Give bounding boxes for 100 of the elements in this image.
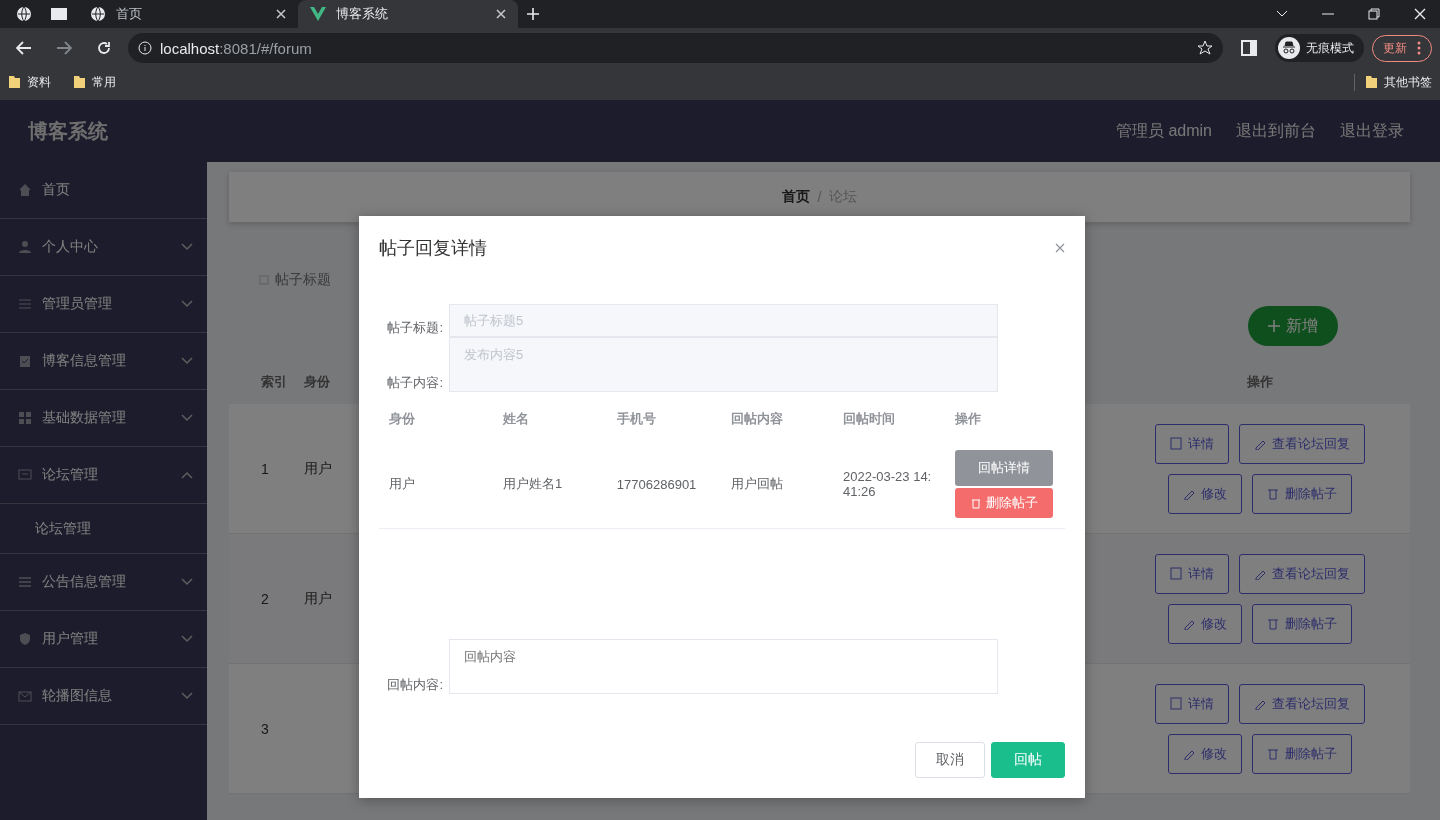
action-button[interactable]: 删除帖子 [1252, 603, 1352, 644]
chat-icon [18, 468, 32, 482]
person-icon [18, 240, 32, 254]
shield-icon [18, 632, 32, 646]
action-button[interactable]: 查看论坛回复 [1239, 683, 1365, 724]
action-button[interactable]: 详情 [1155, 553, 1229, 594]
table-cell: 1 [261, 460, 269, 477]
sidebar-item[interactable]: 轮播图信息 [0, 668, 207, 725]
action-button[interactable]: 删除帖子 [1252, 733, 1352, 774]
globe-icon[interactable] [16, 6, 32, 22]
sidebar-item[interactable]: 基础数据管理 [0, 390, 207, 447]
chevron-down-icon[interactable] [1276, 10, 1288, 18]
window-icon[interactable] [50, 7, 68, 21]
search-field[interactable]: 帖子标题 [229, 270, 337, 290]
incognito-icon [1278, 37, 1300, 59]
bookmark[interactable]: 资料 [8, 73, 51, 91]
column-header: 回帖内容 [729, 410, 784, 428]
sidebar-item[interactable]: 论坛管理 [0, 447, 207, 504]
back-arrow-icon[interactable] [16, 41, 32, 55]
bookmark[interactable]: 其他书签 [1354, 73, 1432, 91]
column-header: 姓名 [501, 410, 530, 428]
reply-detail-button[interactable]: 回帖详情 [955, 450, 1054, 486]
field-label: 回帖内容: [386, 676, 443, 694]
column-header: 手机号 [615, 410, 657, 428]
globe-icon [90, 6, 106, 22]
column-header: 身份 [304, 374, 330, 389]
info-icon [138, 41, 152, 55]
mail-icon [18, 689, 32, 703]
close-icon[interactable] [496, 9, 506, 19]
star-icon[interactable] [1197, 40, 1213, 56]
document-icon [1170, 697, 1182, 710]
close-icon[interactable] [276, 9, 286, 19]
cancel-button[interactable]: 取消 [915, 742, 985, 778]
table-cell: 17706286901 [606, 440, 721, 529]
action-button[interactable]: 查看论坛回复 [1239, 553, 1365, 594]
v-logo-icon [310, 7, 326, 21]
plus-icon [1268, 320, 1280, 332]
list-icon [18, 575, 32, 589]
sidebar-item[interactable]: 管理员管理 [0, 276, 207, 333]
url-text: localhost:8081/#/forum [160, 39, 312, 57]
folder-icon [8, 75, 21, 89]
column-header: 索引 [261, 374, 287, 389]
lines-icon [18, 297, 32, 311]
column-header: 操作 [1246, 373, 1274, 391]
table-cell: 用户 [379, 440, 493, 529]
document-icon [1170, 567, 1182, 580]
action-button[interactable]: 删除帖子 [1252, 473, 1352, 514]
user-label: 管理员 admin [1115, 120, 1212, 141]
sidebar-item[interactable]: 用户管理 [0, 611, 207, 668]
header-link[interactable]: 退出登录 [1340, 120, 1404, 142]
reply-text-area[interactable]: 回帖内容 [449, 639, 998, 694]
folder-icon [73, 75, 86, 89]
address-bar[interactable]: localhost:8081/#/forum [128, 33, 1223, 63]
sidebar-item[interactable]: 博客信息管理 [0, 333, 207, 390]
delete-button[interactable]: 删除帖子 [955, 488, 1054, 518]
action-button[interactable]: 查看论坛回复 [1239, 423, 1365, 464]
add-button[interactable]: 新增 [1248, 306, 1338, 346]
browser-tab[interactable]: 博客系统 [298, 0, 518, 28]
trash-icon [1267, 487, 1279, 500]
sidebar-subitem[interactable]: 论坛管理 [0, 504, 207, 554]
trash-icon [1267, 747, 1279, 760]
sidebar-item[interactable]: 个人中心 [0, 219, 207, 276]
app-title: 博客系统 [28, 118, 109, 144]
side-panel-icon[interactable] [1241, 40, 1257, 56]
field-label: 帖子标题: [386, 319, 443, 337]
table-cell: 2 [261, 590, 269, 607]
restore-icon[interactable] [1368, 8, 1380, 20]
action-button[interactable]: 修改 [1168, 603, 1242, 644]
action-button[interactable]: 修改 [1168, 733, 1242, 774]
folder-icon [1365, 75, 1378, 89]
incognito-profile-button[interactable]: 无痕模式 [1275, 34, 1364, 62]
table-cell: 用户 [304, 459, 332, 476]
breadcrumb-item[interactable]: 首页 [781, 188, 810, 206]
table-cell: 3 [261, 720, 269, 737]
sidebar-item[interactable]: 首页 [0, 162, 207, 219]
clipboard-icon [18, 354, 32, 368]
table-cell: 用户回帖 [720, 440, 834, 529]
sidebar-item[interactable]: 公告信息管理 [0, 554, 207, 611]
column-header: 身份 [388, 410, 416, 428]
action-button[interactable]: 详情 [1155, 683, 1229, 724]
header-link[interactable]: 退出到前台 [1236, 120, 1316, 142]
grid-icon [18, 411, 32, 425]
bookmark[interactable]: 常用 [73, 73, 116, 91]
action-button[interactable]: 详情 [1155, 423, 1229, 464]
submit-button[interactable]: 回帖 [991, 742, 1065, 778]
document-icon [1170, 437, 1182, 450]
breadcrumb-separator: / [817, 189, 822, 205]
more-icon [1417, 41, 1421, 55]
table-cell: 2022-03-23 14:41:26 [833, 440, 946, 529]
field-label: 帖子内容: [386, 374, 443, 392]
action-button[interactable]: 修改 [1168, 473, 1242, 514]
table-cell: 用户 [304, 589, 332, 606]
forward-arrow-icon[interactable] [56, 41, 72, 55]
reload-icon[interactable] [96, 40, 112, 56]
table-cell: 用户姓名1 [492, 440, 607, 529]
column-header: 操作 [954, 410, 983, 428]
new-tab-icon[interactable] [526, 7, 540, 21]
column-header: 回帖时间 [842, 410, 897, 428]
trash-icon [970, 497, 981, 509]
home-icon [18, 183, 32, 197]
